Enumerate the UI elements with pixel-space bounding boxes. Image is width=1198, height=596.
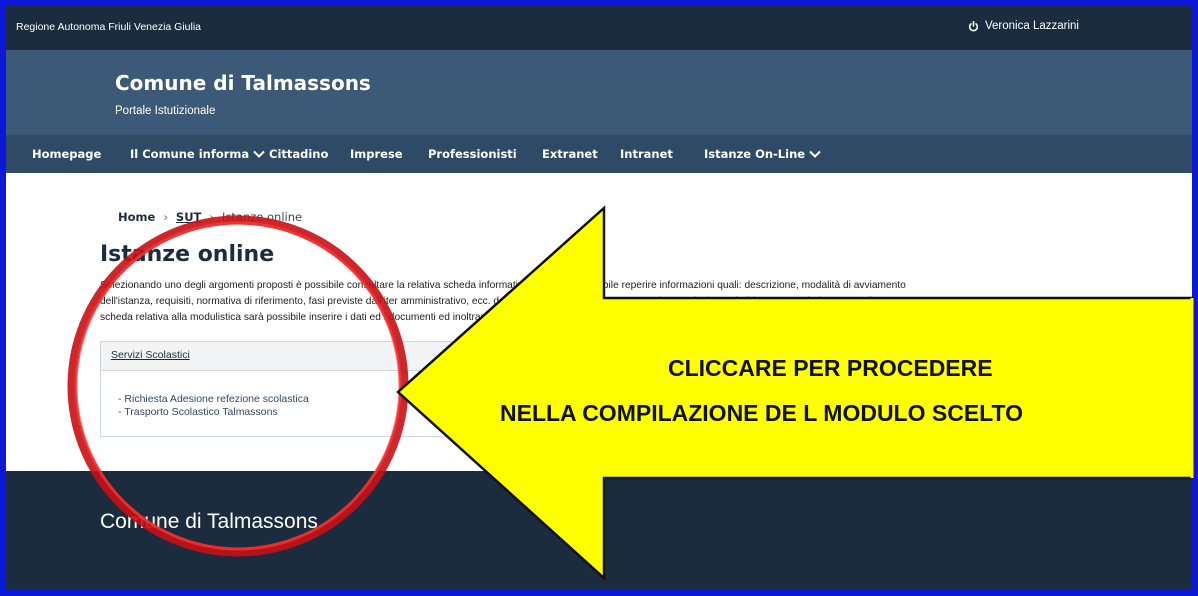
- callout-line-1: CLICCARE PER PROCEDERE: [668, 355, 993, 381]
- callout-line-2: NELLA COMPILAZIONE DE L MODULO SCELTO: [500, 400, 1024, 426]
- callout-text-area: CLICCARE PER PROCEDERE NELLA COMPILAZION…: [0, 0, 1192, 596]
